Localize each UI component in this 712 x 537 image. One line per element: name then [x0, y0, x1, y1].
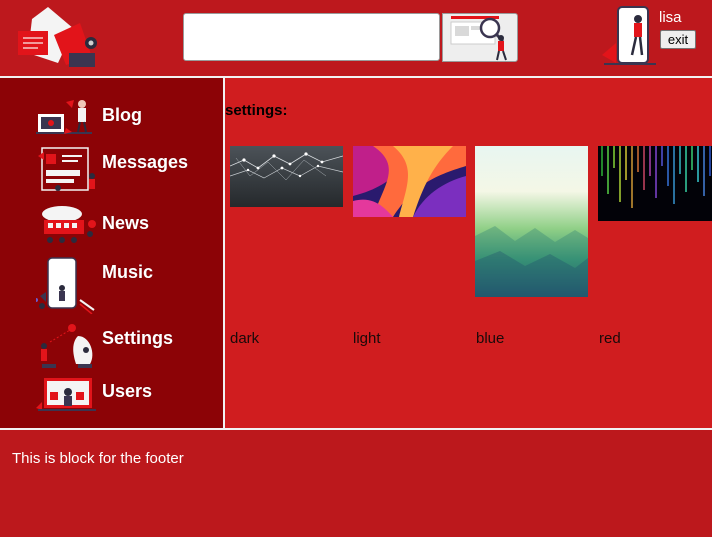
footer-text: This is block for the footer [12, 450, 184, 467]
red-matrix-image [598, 146, 712, 221]
blog-icon [36, 100, 92, 134]
sidebar-item-label: Users [102, 381, 153, 401]
header: lisa exit [0, 0, 712, 76]
sidebar-item-users[interactable]: Users [0, 374, 223, 414]
music-icon [36, 257, 95, 314]
theme-blue-thumbnail[interactable] [475, 146, 588, 297]
blue-gradient-image [475, 146, 588, 297]
theme-dark-thumbnail[interactable] [229, 146, 344, 207]
username: lisa [659, 9, 682, 26]
sidebar-item-label: Settings [102, 328, 174, 348]
sidebar-item-news[interactable]: News [0, 204, 223, 248]
theme-red-thumbnail[interactable] [598, 146, 712, 221]
logo-icon[interactable] [14, 5, 104, 71]
theme-label-blue: blue [476, 330, 505, 347]
sidebar-item-label: Blog [102, 105, 142, 125]
sidebar-item-music[interactable]: Music [0, 256, 223, 316]
theme-label-dark: dark [230, 330, 260, 347]
sidebar-item-messages[interactable]: Messages [0, 144, 223, 196]
messages-icon [38, 147, 95, 191]
search-button[interactable] [442, 13, 518, 62]
dark-network-image [229, 146, 344, 207]
sidebar-item-settings[interactable]: Settings [0, 320, 223, 370]
theme-light-thumbnail[interactable] [353, 146, 466, 217]
exit-button[interactable]: exit [660, 30, 696, 49]
page-title: settings: [225, 102, 288, 119]
sidebar: Blog Messages News Music Settings Users [0, 78, 223, 428]
news-icon [42, 206, 96, 243]
theme-label-light: light [353, 330, 381, 347]
theme-label-red: red [599, 330, 621, 347]
user-avatar-icon [602, 6, 656, 65]
sidebar-item-blog[interactable]: Blog [0, 96, 223, 138]
search-input[interactable] [183, 13, 440, 61]
footer: This is block for the footer [0, 430, 712, 537]
main-content: settings: dark light blue red [225, 78, 712, 428]
sidebar-item-label: News [102, 213, 150, 233]
light-swirl-image [353, 146, 466, 217]
users-icon [36, 378, 96, 411]
settings-icon [41, 324, 93, 368]
sidebar-item-label: Music [102, 262, 154, 282]
sidebar-item-label: Messages [102, 152, 189, 172]
magnifier-icon [450, 16, 507, 61]
